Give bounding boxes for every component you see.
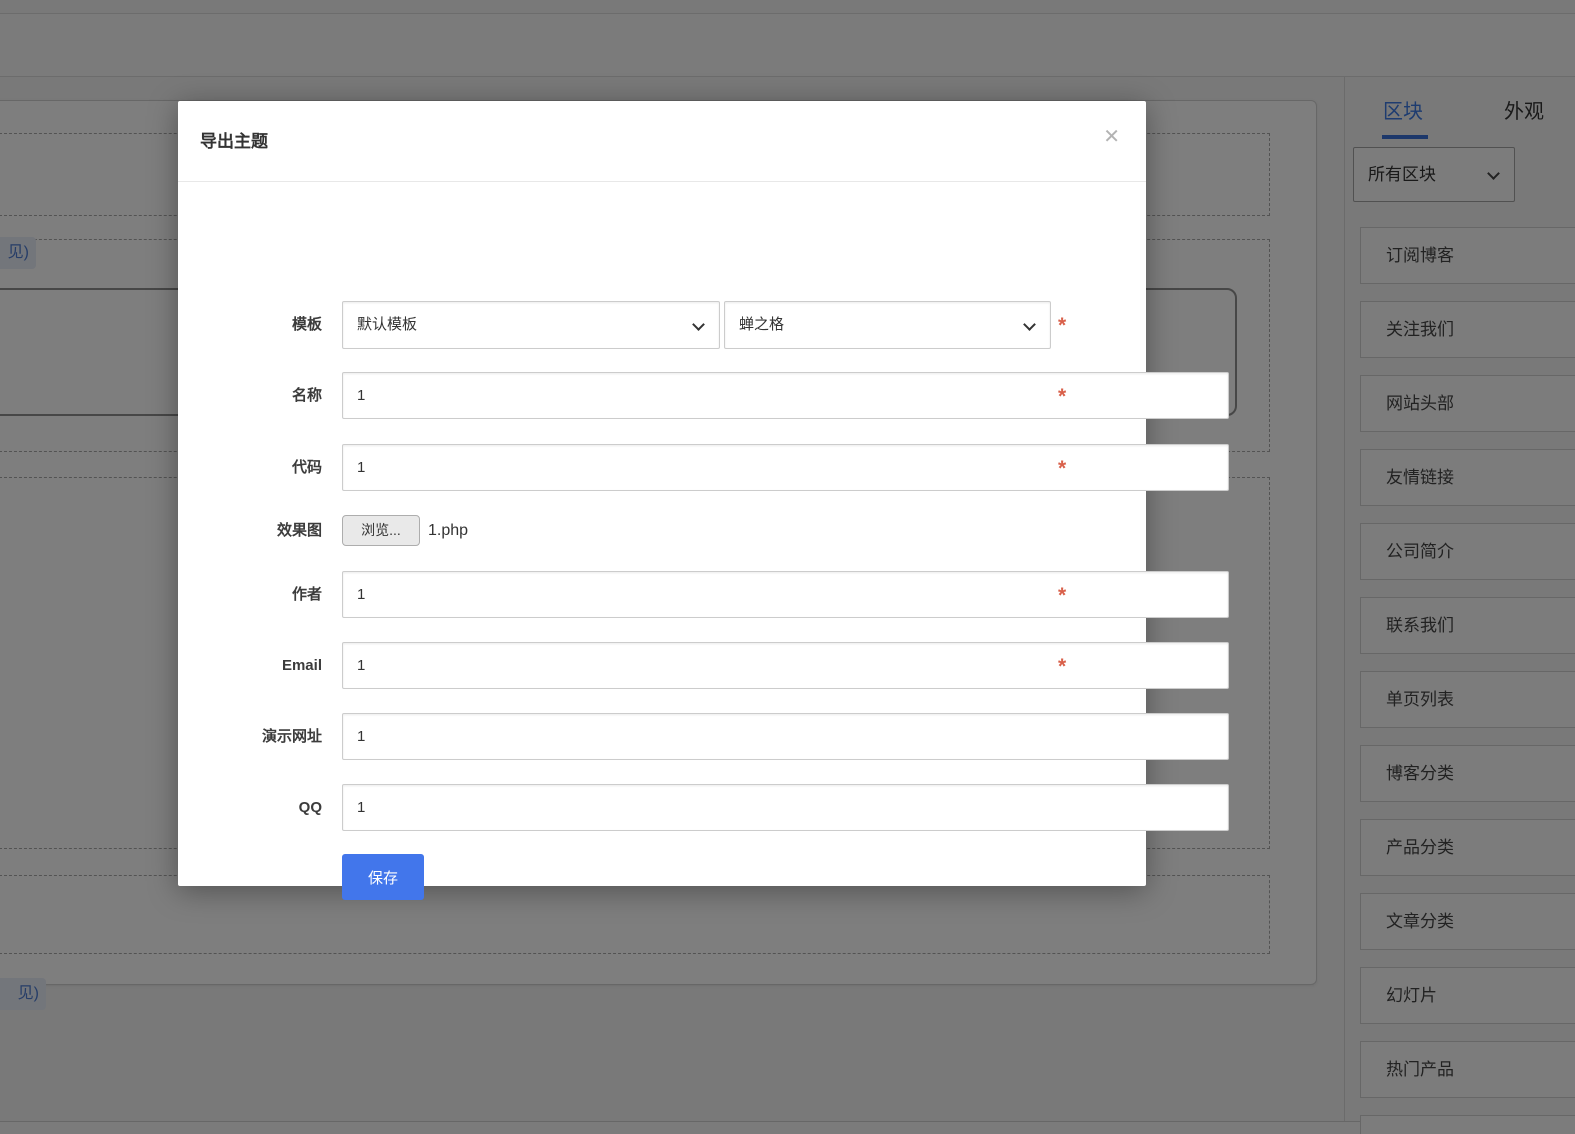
chevron-down-icon: [1023, 318, 1036, 331]
browse-button[interactable]: 浏览...: [342, 515, 420, 546]
close-icon[interactable]: ✕: [1103, 127, 1120, 147]
theme-select-value: 蝉之格: [739, 316, 785, 333]
field-label-author: 作者: [291, 586, 322, 603]
field-label-demo-url: 演示网址: [261, 728, 322, 745]
field-label-name: 名称: [291, 387, 322, 404]
required-asterisk: *: [1058, 314, 1067, 337]
qq-input[interactable]: [342, 784, 1229, 831]
field-label-code: 代码: [291, 459, 322, 476]
screen: 见) 见) 区块 外观 所有区块 订阅博客 关注我们 网站头部 友情链接 公司简…: [0, 0, 1575, 1134]
template-select-value: 默认模板: [357, 316, 418, 333]
code-input[interactable]: [342, 444, 1229, 491]
email-input[interactable]: [342, 642, 1229, 689]
author-input[interactable]: [342, 571, 1229, 618]
demo-url-input[interactable]: [342, 713, 1229, 760]
template-select[interactable]: 默认模板: [342, 301, 720, 349]
field-label-qq: QQ: [298, 799, 322, 816]
modal-header: 导出主题 ✕: [178, 101, 1146, 182]
selected-file-name: 1.php: [428, 522, 469, 539]
field-label-screenshot: 效果图: [276, 522, 322, 539]
field-label-template: 模板: [291, 316, 322, 333]
chevron-down-icon: [692, 318, 705, 331]
required-asterisk: *: [1058, 457, 1067, 480]
required-asterisk: *: [1058, 584, 1067, 607]
save-button[interactable]: 保存: [342, 854, 424, 900]
field-label-email: Email: [281, 657, 322, 674]
theme-select[interactable]: 蝉之格: [724, 301, 1051, 349]
required-asterisk: *: [1058, 385, 1067, 408]
required-asterisk: *: [1058, 655, 1067, 678]
name-input[interactable]: [342, 372, 1229, 419]
export-theme-modal: 导出主题 ✕ 模板 默认模板 蝉之格 * 名称 * 代码 * 效果: [178, 101, 1229, 900]
modal-title: 导出主题: [200, 132, 268, 151]
